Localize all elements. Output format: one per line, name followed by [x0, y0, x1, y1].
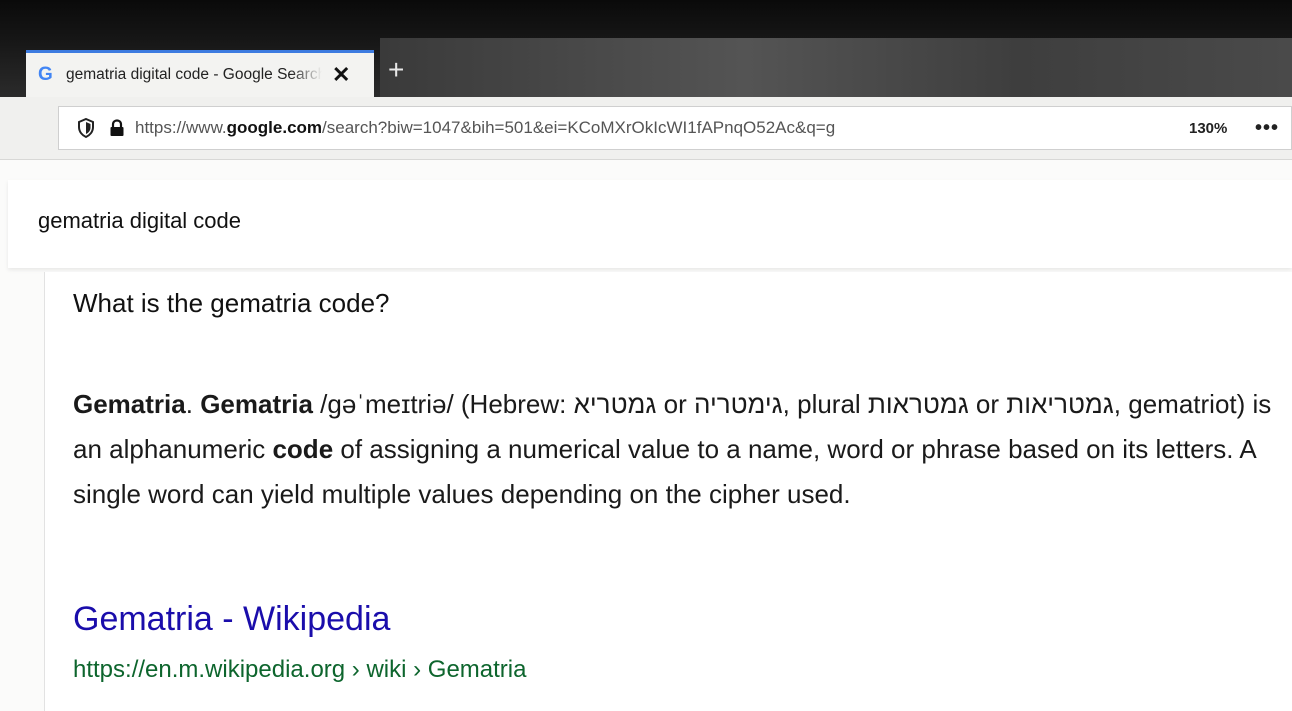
address-bar[interactable]: https://www.google.com/search?biw=1047&b…	[58, 106, 1292, 150]
tab-active[interactable]: G gematria digital code - Google Search …	[26, 50, 374, 97]
search-input[interactable]	[38, 208, 638, 234]
result-url: https://en.m.wikipedia.org › wiki › Gema…	[73, 656, 527, 683]
featured-snippet: What is the gematria code? Gematria. Gem…	[44, 272, 1292, 711]
more-icon[interactable]: •••	[1255, 117, 1279, 140]
search-results-page: What is the gematria code? Gematria. Gem…	[0, 160, 1292, 711]
zoom-level-button[interactable]: 130%	[1183, 117, 1233, 140]
close-icon[interactable]: ✕	[332, 64, 350, 86]
google-favicon-icon: G	[38, 64, 53, 85]
snippet-question: What is the gematria code?	[73, 288, 390, 318]
navigation-bar: https://www.google.com/search?biw=1047&b…	[0, 97, 1292, 160]
url-text[interactable]: https://www.google.com/search?biw=1047&b…	[135, 118, 1075, 138]
tab-title: gematria digital code - Google Search	[66, 66, 322, 83]
lock-icon[interactable]	[109, 119, 125, 137]
shield-icon[interactable]	[77, 118, 95, 138]
snippet-text: Gematria. Gematria /ɡəˈmeɪtriə/ (Hebrew:…	[73, 389, 1272, 509]
search-bar	[8, 180, 1292, 268]
browser-window: G gematria digital code - Google Search …	[0, 0, 1292, 711]
result-title-link[interactable]: Gematria - Wikipedia	[73, 600, 390, 639]
plus-icon[interactable]: +	[388, 54, 404, 86]
